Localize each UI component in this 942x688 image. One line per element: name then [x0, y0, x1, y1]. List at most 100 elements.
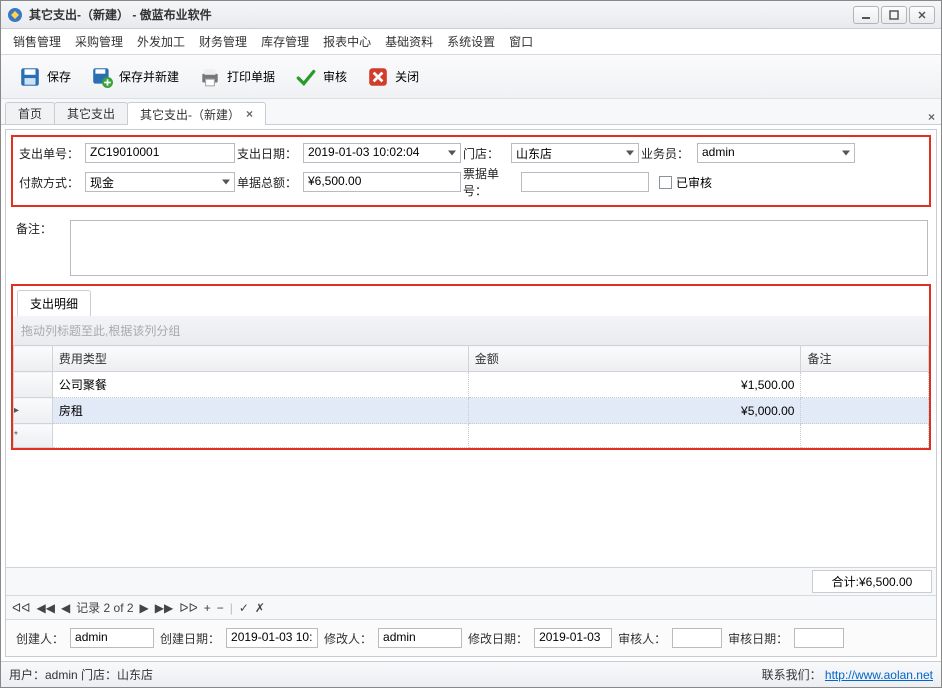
status-left: 用户：admin 门店：山东店 [9, 666, 153, 683]
menu-inventory[interactable]: 库存管理 [259, 31, 311, 52]
store-label: 门店： [461, 145, 511, 162]
tab-other-expense[interactable]: 其它支出 [54, 102, 128, 124]
print-icon [199, 66, 221, 88]
remark-label: 备注： [14, 220, 70, 276]
save-new-label: 保存并新建 [119, 68, 179, 85]
cell-amount[interactable]: ¥1,500.00 [468, 372, 801, 398]
modifier-label: 修改人： [324, 630, 372, 647]
audit-date-box [794, 628, 844, 648]
detail-box: 支出明细 拖动列标题至此,根据该列分组 费用类型 金额 备注 公司聚餐 ¥1,5… [11, 284, 931, 450]
staff-label: 业务员： [639, 145, 697, 162]
create-date-label: 创建日期： [160, 630, 220, 647]
store-input[interactable]: 山东店 [511, 143, 639, 163]
save-new-icon [91, 66, 113, 88]
save-icon [19, 66, 41, 88]
create-date-box: 2019-01-03 10: [226, 628, 318, 648]
audit-date-label: 审核日期： [728, 630, 788, 647]
menu-settings[interactable]: 系统设置 [445, 31, 497, 52]
nav-next-page[interactable]: ▶▶ [155, 601, 173, 615]
detail-tab[interactable]: 支出明细 [17, 290, 91, 316]
auditor-box [672, 628, 722, 648]
invoice-input[interactable] [521, 172, 649, 192]
nav-confirm[interactable]: ✓ [239, 601, 249, 615]
table-row[interactable]: ▸ 房租 ¥5,000.00 [14, 398, 929, 424]
nav-last[interactable]: ᐅᐅ [179, 601, 197, 615]
maximize-button[interactable] [881, 6, 907, 24]
group-hint: 拖动列标题至此,根据该列分组 [13, 316, 929, 345]
menu-purchase[interactable]: 采购管理 [73, 31, 125, 52]
check-icon [295, 66, 317, 88]
cell-remark[interactable] [801, 372, 929, 398]
print-label: 打印单据 [227, 68, 275, 85]
tab-close-icon[interactable]: × [246, 107, 253, 121]
creator-box: admin [70, 628, 154, 648]
close-button[interactable]: 关闭 [359, 62, 427, 92]
nav-cancel[interactable]: ✗ [255, 601, 265, 615]
total-label: 单据总额： [235, 174, 303, 191]
nav-text: 记录 2 of 2 [76, 599, 133, 616]
print-button[interactable]: 打印单据 [191, 62, 283, 92]
creator-label: 创建人： [16, 630, 64, 647]
app-icon [7, 7, 23, 23]
menu-reports[interactable]: 报表中心 [321, 31, 373, 52]
detail-grid: 费用类型 金额 备注 公司聚餐 ¥1,500.00 ▸ 房租 ¥5,000.00 [13, 345, 929, 448]
contact-link[interactable]: http://www.aolan.net [825, 668, 933, 682]
audit-label: 审核 [323, 68, 347, 85]
save-button[interactable]: 保存 [11, 62, 79, 92]
menu-finance[interactable]: 财务管理 [197, 31, 249, 52]
save-label: 保存 [47, 68, 71, 85]
audited-checkbox[interactable] [659, 176, 672, 189]
nav-remove[interactable]: − [217, 601, 224, 615]
nav-add[interactable]: + [204, 601, 211, 615]
bill-no-input[interactable]: ZC19010001 [85, 143, 235, 163]
nav-prev[interactable]: ◀ [61, 601, 70, 615]
staff-input[interactable]: admin [697, 143, 855, 163]
invoice-label: 票据单号： [461, 165, 521, 199]
bill-no-label: 支出单号： [17, 145, 85, 162]
audit-row: 创建人： admin 创建日期： 2019-01-03 10: 修改人： adm… [6, 619, 936, 656]
table-row[interactable]: 公司聚餐 ¥1,500.00 [14, 372, 929, 398]
modify-date-box: 2019-01-03 [534, 628, 612, 648]
title-bar: 其它支出-（新建） - 傲蓝布业软件 [1, 1, 941, 29]
minimize-button[interactable] [853, 6, 879, 24]
total-box: 合计:¥6,500.00 [812, 570, 932, 593]
nav-first[interactable]: ᐊᐊ [12, 601, 30, 615]
cell-amount[interactable]: ¥5,000.00 [468, 398, 801, 424]
menu-masterdata[interactable]: 基础资料 [383, 31, 435, 52]
pay-label: 付款方式： [17, 174, 85, 191]
audit-button[interactable]: 审核 [287, 62, 355, 92]
col-amount[interactable]: 金额 [468, 346, 801, 372]
record-navigator: ᐊᐊ ◀◀ ◀ 记录 2 of 2 ▶ ▶▶ ᐅᐅ + − | ✓ ✗ [6, 595, 936, 619]
col-remark[interactable]: 备注 [801, 346, 929, 372]
save-new-button[interactable]: 保存并新建 [83, 62, 187, 92]
modifier-box: admin [378, 628, 462, 648]
date-label: 支出日期： [235, 145, 303, 162]
date-input[interactable]: 2019-01-03 10:02:04 [303, 143, 461, 163]
nav-prev-page[interactable]: ◀◀ [36, 601, 54, 615]
menu-sales[interactable]: 销售管理 [11, 31, 63, 52]
nav-next[interactable]: ▶ [140, 601, 149, 615]
menu-window[interactable]: 窗口 [507, 31, 535, 52]
tab-other-expense-label: 其它支出 [67, 105, 115, 122]
tabstrip-close-icon[interactable]: × [928, 110, 935, 124]
status-bar: 用户：admin 门店：山东店 联系我们： http://www.aolan.n… [1, 661, 941, 687]
total-bar: 合计:¥6,500.00 [6, 567, 936, 595]
tab-home[interactable]: 首页 [5, 102, 55, 124]
menu-outsource[interactable]: 外发加工 [135, 31, 187, 52]
tab-home-label: 首页 [18, 105, 42, 122]
col-type[interactable]: 费用类型 [52, 346, 468, 372]
auditor-label: 审核人： [618, 630, 666, 647]
tab-strip: 首页 其它支出 其它支出-（新建） × × [1, 99, 941, 125]
table-row-new[interactable]: * [14, 424, 929, 448]
pay-input[interactable]: 现金 [85, 172, 235, 192]
total-input[interactable]: ¥6,500.00 [303, 172, 461, 192]
cell-remark[interactable] [801, 398, 929, 424]
header-form: 支出单号： ZC19010001 支出日期： 2019-01-03 10:02:… [11, 135, 931, 207]
row-header-col [14, 346, 53, 372]
remark-textarea[interactable] [70, 220, 928, 276]
close-label: 关闭 [395, 68, 419, 85]
cell-type[interactable]: 房租 [52, 398, 468, 424]
cell-type[interactable]: 公司聚餐 [52, 372, 468, 398]
tab-other-expense-new[interactable]: 其它支出-（新建） × [127, 102, 266, 125]
close-window-button[interactable] [909, 6, 935, 24]
